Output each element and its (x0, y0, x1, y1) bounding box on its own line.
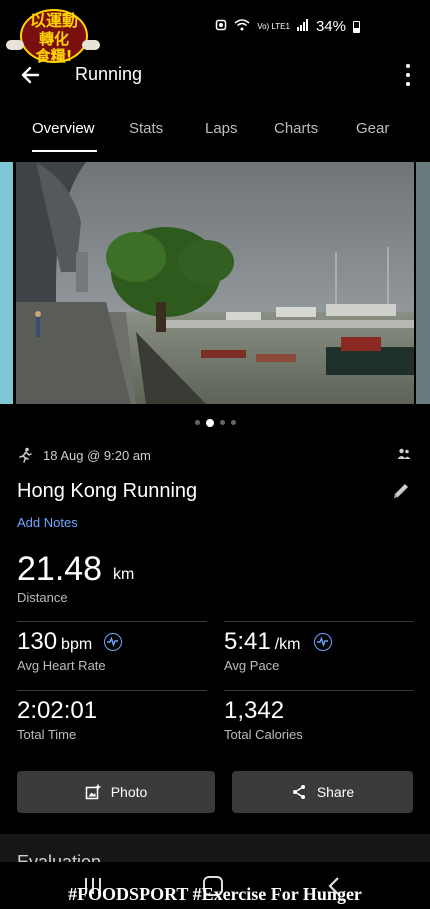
total-calories-value: 1,342 (224, 697, 285, 724)
carousel-dot[interactable] (219, 420, 225, 425)
tab-stats[interactable]: Stats (129, 120, 163, 137)
lte-label: Vo) LTE1 (257, 21, 290, 31)
tab-overview[interactable]: Overview (32, 120, 95, 137)
dot (406, 64, 410, 68)
wifi-icon (234, 19, 250, 34)
add-photo-button[interactable]: Photo (17, 771, 215, 813)
pulse-icon (317, 636, 328, 648)
svg-text:以運動: 以運動 (30, 11, 78, 30)
battery-icon (353, 20, 360, 33)
arrow-left-icon (21, 66, 40, 84)
carousel-dot[interactable] (194, 420, 200, 425)
carousel-dot-active[interactable] (205, 418, 214, 427)
share-icon (292, 785, 305, 799)
running-icon (19, 447, 32, 463)
distance-unit: km (113, 566, 135, 583)
add-notes-link[interactable]: Add Notes (17, 515, 78, 530)
photo-carousel[interactable] (0, 162, 430, 404)
pace-chart-icon[interactable] (314, 633, 332, 651)
activity-datetime: 18 Aug @ 9:20 am (43, 447, 151, 463)
pace-unit: /km (274, 636, 301, 653)
back-button[interactable] (16, 60, 46, 90)
activity-meta: 18 Aug @ 9:20 am (17, 446, 413, 464)
activity-photo[interactable] (16, 162, 414, 404)
divider (224, 621, 413, 622)
share-button-label: Share (316, 784, 355, 800)
heart-rate-number: 130 (17, 628, 58, 655)
avg-heart-rate-label: Avg Heart Rate (17, 658, 106, 673)
page-title: Running (75, 64, 143, 84)
edit-button[interactable] (390, 480, 412, 502)
divider (224, 690, 413, 691)
pace-number: 5:41 (224, 628, 271, 655)
carousel-dot[interactable] (230, 420, 236, 425)
dot (406, 82, 410, 86)
avg-pace-value: 5:41/km (224, 628, 301, 656)
status-icons: Vo) LTE1 34% (215, 18, 360, 35)
watermark: #FOODSPORT #Exercise For Hunger (68, 884, 362, 904)
total-time-value: 2:02:01 (17, 697, 98, 724)
distance-value: 21.48 (17, 550, 103, 588)
tab-laps[interactable]: Laps (205, 120, 238, 137)
battery-percent: 34% (315, 18, 346, 35)
signal-icon (296, 19, 309, 34)
heart-rate-unit: bpm (61, 636, 93, 653)
divider (17, 690, 207, 691)
map-thumbnail[interactable] (0, 162, 13, 404)
activity-name: Hong Kong Running (17, 480, 198, 502)
distance-label: Distance (17, 590, 68, 605)
next-photo-thumbnail[interactable] (416, 162, 430, 404)
dot (406, 73, 410, 77)
group-icon[interactable] (397, 448, 411, 460)
avg-pace-label: Avg Pace (224, 658, 280, 673)
photo-button-label: Photo (110, 784, 148, 800)
heart-rate-chart-icon[interactable] (104, 633, 122, 651)
carousel-dots (0, 418, 430, 427)
pencil-icon (394, 484, 408, 498)
status-bar: 以運動 轉化 食糧! Vo) LTE1 34% (0, 0, 430, 65)
divider (17, 621, 207, 622)
add-photo-icon (85, 784, 101, 800)
tab-gear[interactable]: Gear (356, 120, 389, 137)
active-tab-indicator (32, 150, 97, 152)
notification-icon (215, 19, 227, 34)
avg-heart-rate-value: 130 bpm (17, 628, 92, 656)
svg-text:轉化: 轉化 (39, 30, 69, 48)
more-options-button[interactable] (400, 62, 416, 88)
total-time-label: Total Time (17, 727, 77, 742)
share-button[interactable]: Share (232, 771, 413, 813)
total-calories-label: Total Calories (224, 727, 303, 742)
tab-bar: Overview Stats Laps Charts Gear (0, 112, 430, 154)
tab-charts[interactable]: Charts (274, 120, 318, 137)
pulse-icon (107, 636, 118, 648)
app-header: Running (0, 56, 430, 96)
